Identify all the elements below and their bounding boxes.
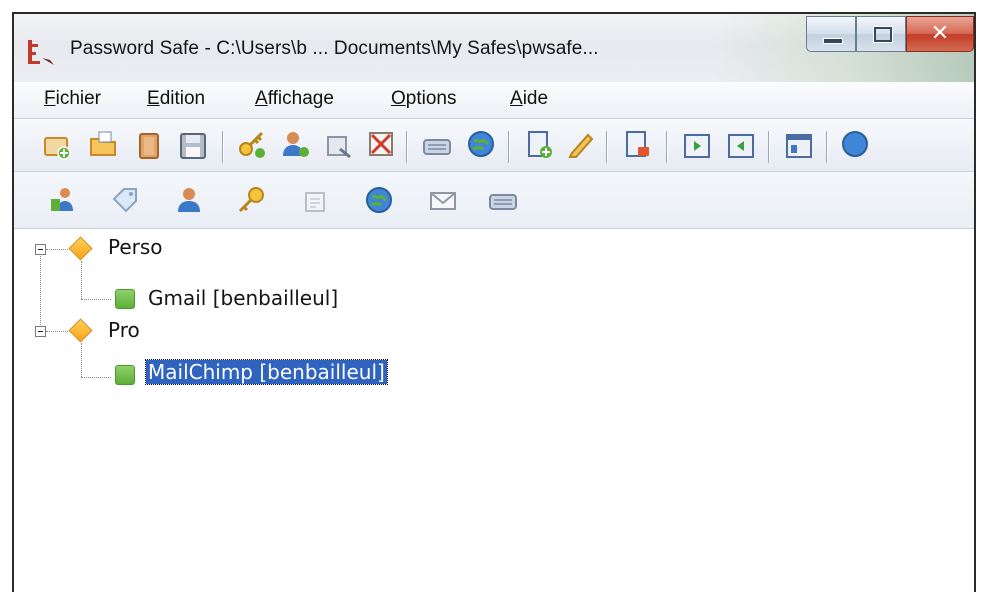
edit-entry-icon[interactable] bbox=[566, 129, 596, 159]
tag-icon[interactable] bbox=[110, 185, 140, 215]
window-title: Password Safe - C:\Users\b ... Documents… bbox=[70, 38, 599, 59]
group-folder-icon bbox=[68, 236, 93, 261]
tree-line bbox=[81, 299, 111, 300]
save-icon[interactable] bbox=[178, 131, 208, 161]
options-icon[interactable] bbox=[784, 131, 814, 161]
entry-label-mailchimp[interactable]: MailChimp [benbailleul] bbox=[145, 359, 388, 385]
close-icon: ✕ bbox=[930, 21, 950, 46]
toolbar-separator bbox=[222, 131, 223, 163]
email-icon[interactable] bbox=[428, 186, 458, 216]
collapse-toggle-perso[interactable] bbox=[35, 244, 46, 255]
delete-entry-icon[interactable] bbox=[622, 129, 652, 159]
help-icon[interactable] bbox=[840, 129, 870, 159]
menu-aide[interactable]: Aide bbox=[510, 88, 548, 110]
menu-options[interactable]: Options bbox=[391, 88, 456, 110]
toolbar-separator bbox=[508, 131, 509, 163]
entry-icon bbox=[115, 365, 135, 385]
browse-url-icon[interactable] bbox=[466, 129, 496, 159]
clear-clipboard-icon[interactable] bbox=[366, 129, 396, 159]
copy-notes-icon[interactable] bbox=[324, 131, 354, 161]
toolbar-separator bbox=[666, 131, 667, 163]
password-tree: Perso Gmail [benbailleul] Pro MailChimp … bbox=[14, 229, 974, 592]
entry-icon bbox=[115, 289, 135, 309]
user-icon[interactable] bbox=[174, 185, 204, 215]
collapse-all-icon[interactable] bbox=[726, 131, 756, 161]
tree-line bbox=[46, 249, 68, 250]
minimize-icon bbox=[823, 38, 843, 44]
tree-line bbox=[81, 261, 82, 299]
run-command-icon[interactable] bbox=[488, 186, 518, 216]
key-icon[interactable] bbox=[236, 185, 266, 215]
new-database-icon[interactable] bbox=[42, 131, 72, 161]
collapse-toggle-pro[interactable] bbox=[35, 326, 46, 337]
menu-bar: Fichier Edition Affichage Options Aide bbox=[14, 82, 974, 119]
tree-line bbox=[46, 331, 68, 332]
menu-edition[interactable]: Edition bbox=[147, 88, 205, 110]
minimize-button[interactable] bbox=[806, 16, 856, 52]
secondary-toolbar bbox=[14, 172, 974, 229]
toolbar-separator bbox=[406, 131, 407, 163]
autotype-icon[interactable] bbox=[422, 131, 452, 161]
title-bar[interactable]: Password Safe - C:\Users\b ... Documents… bbox=[14, 14, 974, 82]
main-toolbar bbox=[14, 119, 974, 172]
group-folder-icon bbox=[68, 318, 93, 343]
close-button[interactable]: ✕ bbox=[906, 16, 974, 52]
toolbar-separator bbox=[768, 131, 769, 163]
toolbar-separator bbox=[826, 131, 827, 163]
copy-username-icon[interactable] bbox=[48, 185, 78, 215]
menu-fichier[interactable]: Fichier bbox=[44, 88, 101, 110]
close-database-icon[interactable] bbox=[134, 131, 164, 161]
tree-line bbox=[81, 377, 111, 378]
copy-password-icon[interactable] bbox=[236, 129, 266, 159]
globe-icon[interactable] bbox=[364, 185, 394, 215]
copy-username-icon[interactable] bbox=[280, 129, 310, 159]
group-label-perso[interactable]: Perso bbox=[108, 235, 163, 259]
toolbar-separator bbox=[606, 131, 607, 163]
maximize-button[interactable] bbox=[856, 16, 906, 52]
open-database-icon[interactable] bbox=[88, 129, 118, 159]
group-label-pro[interactable]: Pro bbox=[108, 318, 140, 342]
app-window: Password Safe - C:\Users\b ... Documents… bbox=[12, 12, 976, 592]
tree-line bbox=[81, 343, 82, 377]
notes-icon[interactable] bbox=[300, 187, 330, 217]
password-safe-app-icon bbox=[28, 40, 54, 65]
maximize-icon bbox=[874, 27, 892, 42]
expand-all-icon[interactable] bbox=[682, 131, 712, 161]
add-entry-icon[interactable] bbox=[524, 129, 554, 159]
entry-label-gmail[interactable]: Gmail [benbailleul] bbox=[148, 286, 338, 310]
tree-line bbox=[40, 249, 41, 331]
menu-affichage[interactable]: Affichage bbox=[255, 88, 334, 110]
